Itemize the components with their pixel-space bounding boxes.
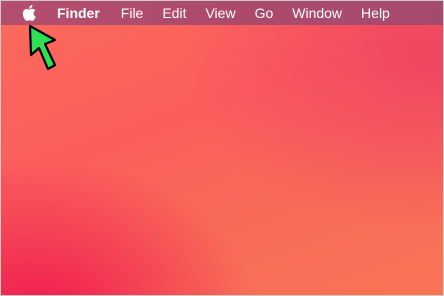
menu-help[interactable]: Help — [361, 1, 390, 25]
pointer-arrow-icon — [28, 24, 57, 71]
desktop-wallpaper — [1, 1, 443, 295]
menu-view[interactable]: View — [205, 1, 235, 25]
screen-frame: Finder File Edit View Go Window Help — [0, 0, 444, 296]
apple-logo-glyph — [22, 5, 36, 21]
menu-bar: Finder File Edit View Go Window Help — [1, 1, 443, 25]
menu-window[interactable]: Window — [292, 1, 342, 25]
apple-icon[interactable] — [21, 5, 36, 21]
menu-finder[interactable]: Finder — [57, 1, 100, 25]
menu-go[interactable]: Go — [255, 1, 274, 25]
menu-edit[interactable]: Edit — [162, 1, 186, 25]
menu-file[interactable]: File — [121, 1, 144, 25]
